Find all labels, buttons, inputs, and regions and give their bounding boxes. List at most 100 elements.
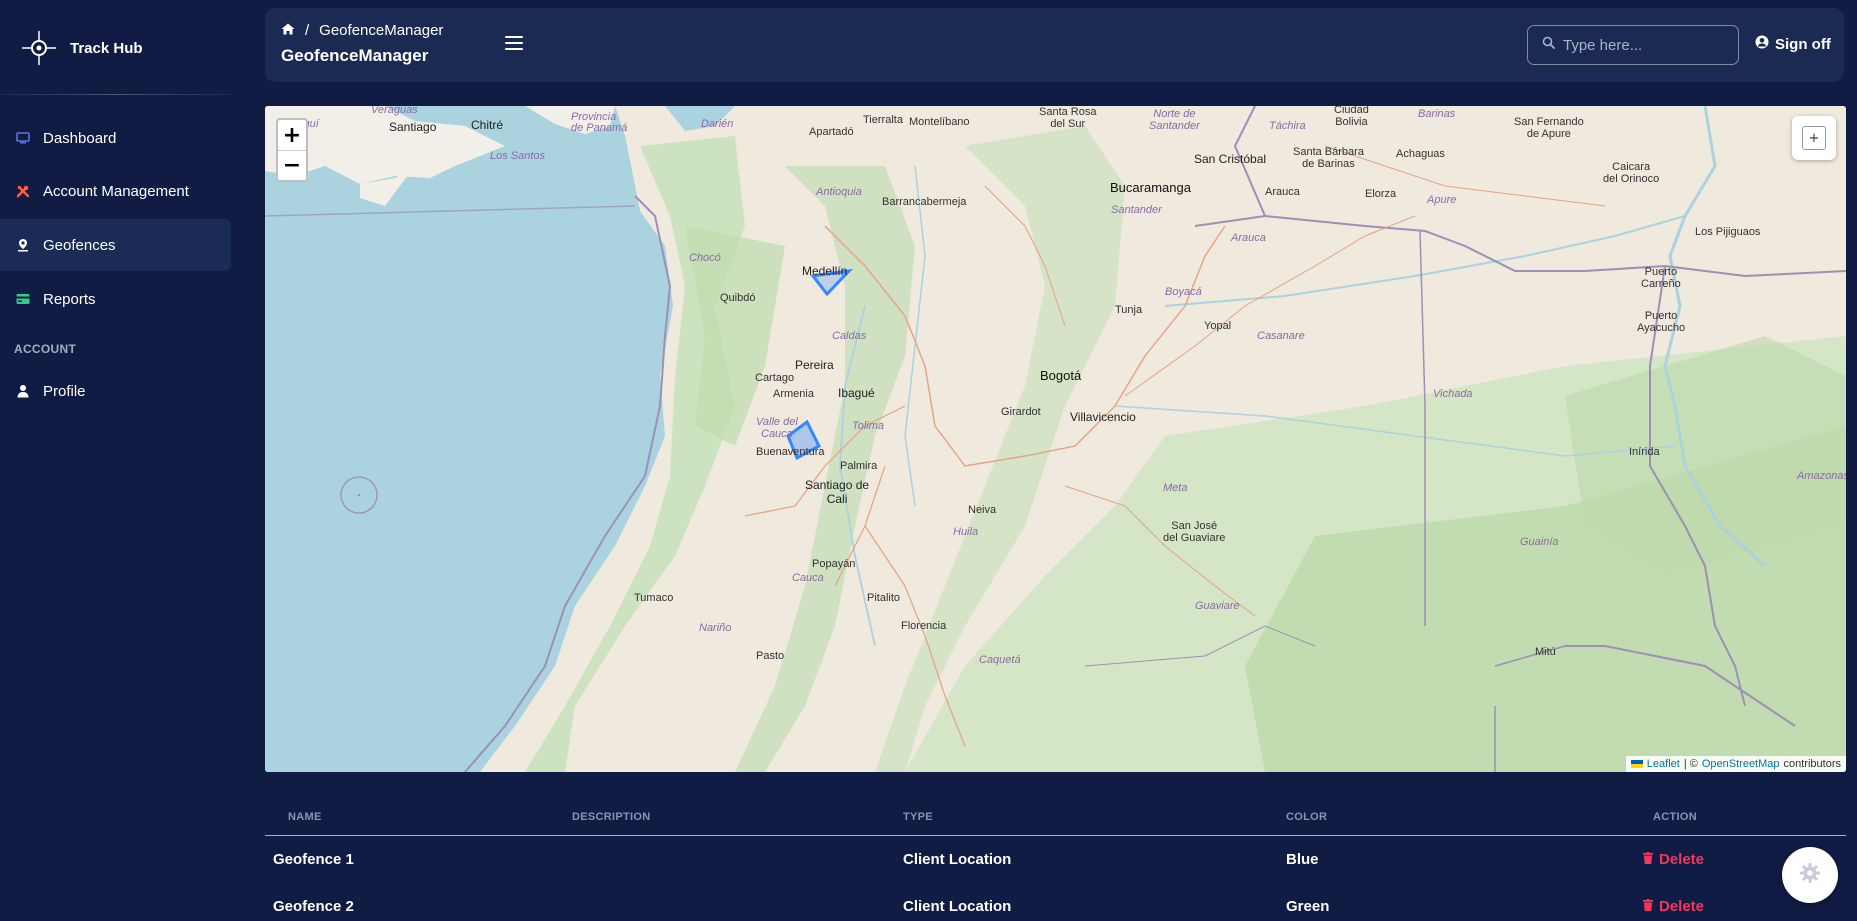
- attribution-suffix: contributors: [1783, 758, 1841, 770]
- map-label: Pereira: [795, 358, 834, 372]
- delete-button[interactable]: Delete: [1643, 898, 1704, 915]
- monitor-icon: [15, 130, 31, 146]
- map-label: Yopal: [1204, 320, 1232, 332]
- map-label: Montelíbano: [909, 116, 970, 128]
- map-label: Puerto Carreño: [1641, 266, 1681, 290]
- gear-icon: [1799, 862, 1821, 889]
- map-label: Apartadó: [809, 126, 854, 138]
- sidebar-item-label: Geofences: [43, 236, 116, 254]
- map-label: Neiva: [968, 504, 997, 516]
- breadcrumb-current: GeofenceManager: [319, 22, 444, 39]
- map-label: Caldas: [832, 330, 867, 342]
- map-label: Caicara del Orinoco: [1603, 161, 1660, 185]
- delete-label: Delete: [1659, 898, 1705, 915]
- map-label: Norte de Santander: [1149, 108, 1200, 132]
- leaflet-link[interactable]: Leaflet: [1647, 758, 1680, 770]
- sidebar-item-account-management[interactable]: Account Management: [0, 165, 231, 217]
- draw-control-button[interactable]: +: [1792, 116, 1836, 160]
- search-input[interactable]: [1563, 36, 1723, 54]
- map-label: Guainía: [1520, 536, 1559, 548]
- zoom-in-button[interactable]: +: [278, 120, 306, 150]
- trash-icon: [1643, 898, 1653, 915]
- map-label: Tolima: [852, 420, 884, 432]
- map-label: Armenia: [773, 388, 814, 400]
- map-label: Elorza: [1365, 188, 1397, 200]
- sidebar-item-label: Reports: [43, 290, 96, 308]
- map-label: Guaviare: [1195, 600, 1240, 612]
- sidebar-divider: [0, 94, 232, 95]
- map-label: Nariño: [699, 622, 732, 634]
- map-label: Cartago: [755, 372, 795, 384]
- map-label: Los Pijiguaos: [1695, 226, 1761, 238]
- user-icon: [15, 383, 31, 399]
- map-attribution: Leaflet | © OpenStreetMap contributors: [1625, 756, 1846, 772]
- sign-off-label: Sign off: [1775, 35, 1831, 53]
- map-label: Ciudad Bolivia: [1334, 106, 1369, 128]
- sidebar-item-geofences[interactable]: Geofences: [0, 219, 231, 271]
- sign-off-button[interactable]: Sign off: [1755, 35, 1831, 53]
- delete-label: Delete: [1659, 851, 1705, 868]
- map-label: Los Santos: [490, 150, 546, 162]
- column-header-description: DESCRIPTION: [572, 811, 651, 823]
- map-label: Chocó: [689, 252, 721, 264]
- map-label: Santa Rosa del Sur: [1039, 106, 1097, 130]
- crosshair-logo-icon: [20, 29, 58, 67]
- geofence-map[interactable]: Santiago Chitré Los Santos Veraguas iriq…: [265, 106, 1846, 772]
- map-label: Tunja: [1115, 304, 1143, 316]
- map-label: Casanare: [1257, 330, 1305, 342]
- cell-color: Blue: [1286, 851, 1319, 868]
- map-label: Táchira: [1269, 120, 1306, 132]
- delete-button[interactable]: Delete: [1643, 851, 1704, 868]
- map-label: Darién: [701, 118, 734, 130]
- page-title: GeofenceManager: [281, 46, 429, 65]
- map-label: Provincia de Panamá: [571, 111, 628, 134]
- map-tiles: [265, 106, 1846, 772]
- map-label: Girardot: [1001, 406, 1041, 418]
- map-label: Puerto Ayacucho: [1637, 310, 1686, 334]
- map-label: Ibagué: [838, 386, 875, 400]
- sidebar-item-dashboard[interactable]: Dashboard: [0, 112, 231, 164]
- zoom-out-button[interactable]: −: [278, 150, 306, 180]
- map-label: Buenaventura: [756, 446, 825, 458]
- map-label: Antioquia: [816, 186, 862, 198]
- map-label: San José del Guaviare: [1163, 520, 1226, 544]
- map-label: Pasto: [756, 650, 785, 662]
- map-label: Popayán: [812, 558, 856, 570]
- map-label: Santiago: [389, 120, 437, 134]
- sidebar-item-profile[interactable]: Profile: [0, 365, 231, 417]
- sidebar-section-account: ACCOUNT: [14, 342, 77, 356]
- brand-name: Track Hub: [70, 39, 143, 57]
- osm-link[interactable]: OpenStreetMap: [1702, 758, 1780, 770]
- column-header-type: TYPE: [903, 811, 933, 823]
- search-icon: [1542, 36, 1555, 54]
- map-label: Barinas: [1418, 108, 1456, 120]
- hamburger-menu-icon[interactable]: [505, 36, 523, 52]
- map-label: Amazonas: [1797, 470, 1846, 482]
- map-label: Santa Bárbara de Barinas: [1293, 146, 1364, 170]
- table-header-divider: [265, 835, 1846, 836]
- breadcrumb-separator: /: [305, 22, 310, 39]
- sidebar-item-reports[interactable]: Reports: [0, 273, 231, 325]
- map-label: Arauca: [1265, 186, 1300, 198]
- map-label: Quibdó: [720, 292, 756, 304]
- map-label: Meta: [1163, 482, 1188, 494]
- map-label: San Fernando de Apure: [1514, 116, 1584, 140]
- map-label: Boyacá: [1165, 286, 1202, 298]
- map-pin-icon: [15, 237, 31, 253]
- map-label: Vichada: [1433, 388, 1473, 400]
- map-label: Bogotá: [1040, 368, 1082, 383]
- cell-color: Green: [1286, 898, 1330, 915]
- map-label: Valle del Cauca: [756, 416, 798, 440]
- credit-card-icon: [15, 291, 31, 307]
- user-circle-icon: [1755, 35, 1769, 53]
- trash-icon: [1643, 851, 1653, 868]
- home-icon[interactable]: [281, 22, 295, 39]
- draw-control-label: +: [1802, 126, 1826, 150]
- settings-gear-button[interactable]: [1782, 847, 1838, 903]
- brand[interactable]: Track Hub: [20, 28, 143, 68]
- sidebar-item-label: Dashboard: [43, 129, 117, 147]
- column-header-name: NAME: [288, 811, 322, 823]
- map-label: Barrancabermeja: [882, 196, 967, 208]
- map-label: Achaguas: [1396, 148, 1445, 160]
- sidebar-item-label: Profile: [43, 382, 86, 400]
